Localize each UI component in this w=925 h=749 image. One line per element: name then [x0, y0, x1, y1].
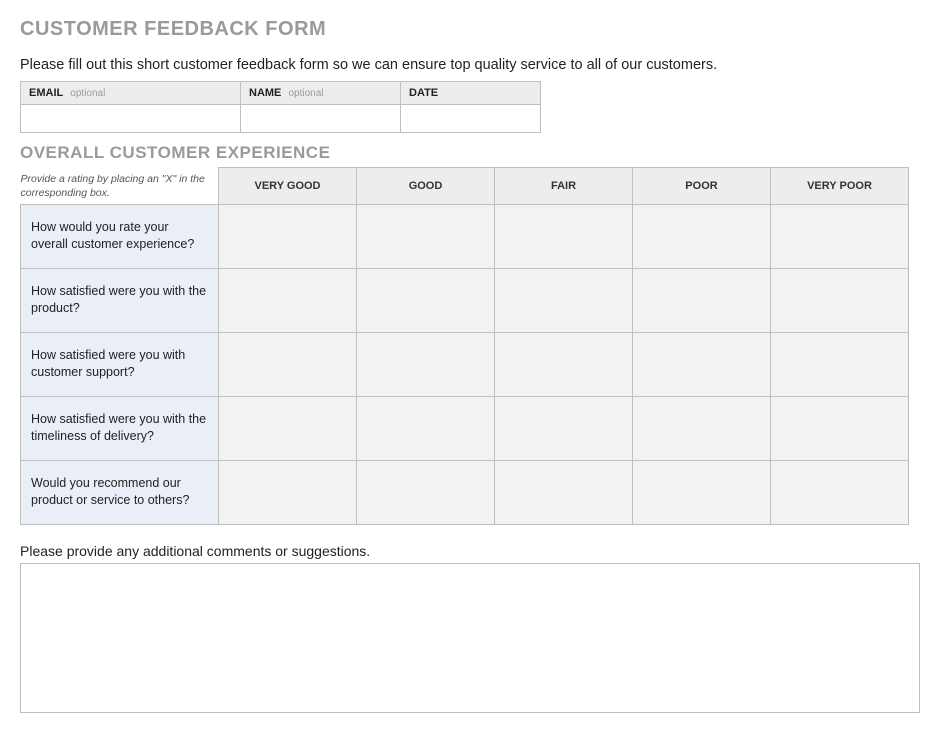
comments-textarea[interactable]: [20, 563, 920, 713]
email-input[interactable]: [21, 105, 240, 132]
rating-cell[interactable]: [219, 291, 356, 309]
info-header-email: EMAIL optional: [21, 82, 241, 105]
rating-cell[interactable]: [771, 355, 908, 373]
name-input[interactable]: [241, 105, 400, 132]
date-input[interactable]: [401, 105, 540, 132]
rating-table: Provide a rating by placing an "X" in th…: [20, 167, 909, 525]
info-header-date: DATE: [401, 82, 541, 105]
rating-col-good: GOOD: [357, 168, 495, 205]
rating-question: How satisfied were you with the timeline…: [21, 396, 219, 460]
info-header-name-label: NAME: [249, 87, 281, 99]
page-title: CUSTOMER FEEDBACK FORM: [20, 18, 905, 41]
rating-cell[interactable]: [495, 419, 632, 437]
rating-col-verypoor: VERY POOR: [771, 168, 909, 205]
info-header-email-label: EMAIL: [29, 87, 63, 99]
rating-cell[interactable]: [633, 419, 770, 437]
rating-cell[interactable]: [771, 227, 908, 245]
rating-cell[interactable]: [771, 483, 908, 501]
rating-instructions: Provide a rating by placing an "X" in th…: [21, 172, 213, 200]
rating-cell[interactable]: [357, 355, 494, 373]
intro-text: Please fill out this short customer feed…: [20, 57, 905, 73]
rating-col-fair: FAIR: [495, 168, 633, 205]
rating-cell[interactable]: [357, 483, 494, 501]
rating-cell[interactable]: [495, 291, 632, 309]
comments-label: Please provide any additional comments o…: [20, 543, 905, 559]
info-header-email-optional: optional: [70, 88, 105, 99]
info-header-name-optional: optional: [288, 88, 323, 99]
rating-cell[interactable]: [495, 483, 632, 501]
info-header-name: NAME optional: [241, 82, 401, 105]
rating-cell[interactable]: [219, 419, 356, 437]
rating-cell[interactable]: [357, 419, 494, 437]
rating-cell[interactable]: [633, 355, 770, 373]
rating-question: Would you recommend our product or servi…: [21, 460, 219, 524]
rating-col-poor: POOR: [633, 168, 771, 205]
section-title: OVERALL CUSTOMER EXPERIENCE: [20, 143, 905, 163]
rating-col-verygood: VERY GOOD: [219, 168, 357, 205]
rating-cell[interactable]: [633, 291, 770, 309]
rating-cell[interactable]: [495, 355, 632, 373]
rating-cell[interactable]: [357, 227, 494, 245]
rating-cell[interactable]: [357, 291, 494, 309]
rating-cell[interactable]: [495, 227, 632, 245]
info-header-date-label: DATE: [409, 87, 438, 99]
rating-cell[interactable]: [219, 227, 356, 245]
rating-cell[interactable]: [219, 355, 356, 373]
rating-question: How satisfied were you with customer sup…: [21, 332, 219, 396]
info-table: EMAIL optional NAME optional DATE: [20, 81, 541, 133]
rating-cell[interactable]: [771, 419, 908, 437]
rating-cell[interactable]: [219, 483, 356, 501]
rating-question: How would you rate your overall customer…: [21, 204, 219, 268]
rating-question: How satisfied were you with the product?: [21, 268, 219, 332]
rating-cell[interactable]: [633, 483, 770, 501]
rating-cell[interactable]: [633, 227, 770, 245]
rating-cell[interactable]: [771, 291, 908, 309]
